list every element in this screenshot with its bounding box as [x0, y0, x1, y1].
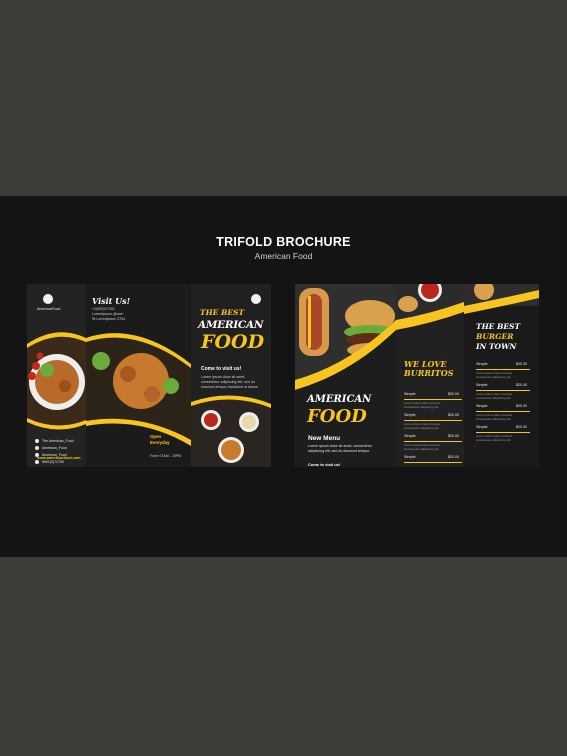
- phone-icon: [35, 460, 39, 465]
- website-link[interactable]: www.americanfood.com: [37, 456, 81, 460]
- menu-item-desc: Lorem ipsum dolor sit amet consectetur a…: [404, 443, 441, 451]
- burger-hotdog-photo: [295, 284, 396, 399]
- contact-list: +1(952)07760 LoremIpsum.@com St Loremips…: [92, 307, 125, 322]
- contact-address: St Loremipsum 2764: [92, 317, 126, 321]
- menu-item-divider: [476, 432, 530, 433]
- page-title: TRIFOLD BROCHURE: [216, 235, 351, 249]
- social-item-facebook[interactable]: The American_Food: [35, 439, 74, 444]
- food-photo-wave: [86, 333, 191, 446]
- come-visit-text: Come to visit us!: [201, 366, 242, 372]
- menu-item-divider: [404, 441, 462, 442]
- menu-item-name: Simple: [476, 404, 488, 408]
- logo-text: AmericanFood: [37, 307, 61, 311]
- menu-item-price: $20.00: [448, 392, 459, 396]
- menu-item-name: Simple: [404, 392, 416, 396]
- menu-item-divider: [476, 411, 530, 412]
- top-photo-wave: [464, 284, 539, 314]
- menu-item-price: $20.00: [448, 434, 459, 438]
- menu-item-name: Simple: [476, 362, 488, 366]
- cover-body-text: Lorem ipsum dolor sit amet, consectetur …: [201, 375, 258, 389]
- right-panel-burger: THE BEST BURGER IN TOWN Simple $20.00 Lo…: [464, 284, 539, 467]
- page-subtitle: American Food: [254, 251, 313, 261]
- opening-hours: From 07AM - 10PM: [150, 454, 182, 458]
- cover-food: FOOD: [307, 406, 367, 427]
- menu-item-price: $20.00: [516, 404, 527, 408]
- facebook-icon: [35, 439, 39, 444]
- menu-item-divider: [404, 420, 462, 421]
- menu-item-price: $20.00: [516, 362, 527, 366]
- visit-title: Visit Us!: [92, 296, 131, 306]
- menu-item-desc: Lorem ipsum dolor sit amet consectetur a…: [404, 401, 441, 409]
- burger-title-line1: THE BEST: [476, 322, 521, 331]
- menu-body-text: Lorem ipsum dolor sit amet, consectetur …: [308, 444, 372, 453]
- new-menu-title: New Menu: [308, 435, 341, 442]
- instagram-icon: [35, 446, 39, 451]
- open-days: Everyday: [150, 440, 170, 445]
- menu-item-name: Simple: [476, 425, 488, 429]
- burritos-title-line2: BURRITOS: [404, 368, 454, 378]
- menu-item-price: $20.00: [516, 383, 527, 387]
- open-label: Open: [150, 434, 162, 439]
- menu-item-price: $20.00: [448, 455, 459, 459]
- menu-item-divider: [404, 462, 462, 463]
- headline-american: AMERICAN: [198, 319, 264, 331]
- menu-item-price: $20.00: [516, 425, 527, 429]
- food-photo-wave: [27, 332, 86, 430]
- brochure-stage: TRIFOLD BROCHURE American Food AmericanF…: [0, 196, 567, 557]
- come-visit-text: Come to visit us!: [308, 462, 341, 467]
- menu-item-desc: Lorem ipsum dolor sit amet consectetur a…: [476, 371, 513, 379]
- sauce-photo-wave: [396, 284, 464, 364]
- menu-item-desc: Lorem ipsum dolor sit amet consectetur a…: [476, 434, 513, 442]
- social-item-phone[interactable]: 5691(0)71760: [35, 460, 74, 465]
- menu-item-name: Simple: [404, 434, 416, 438]
- menu-item-divider: [476, 390, 530, 391]
- menu-item-desc: Lorem ipsum dolor sit amet consectetur a…: [476, 413, 513, 421]
- headline-food: FOOD: [201, 331, 265, 353]
- fork-knife-logo-icon: [43, 294, 53, 304]
- social-item-instagram[interactable]: American_Food: [35, 446, 74, 451]
- burger-title-line3: IN TOWN: [476, 342, 517, 351]
- right-panel-cover: AMERICAN FOOD New Menu Lorem ipsum dolor…: [295, 284, 396, 467]
- headline-best: THE BEST: [200, 308, 245, 317]
- burger-title-line2: BURGER: [476, 332, 514, 341]
- menu-item-name: Simple: [476, 383, 488, 387]
- menu-item-price: $20.00: [448, 413, 459, 417]
- fork-knife-logo-icon: [251, 294, 261, 304]
- menu-item-desc: Lorem ipsum dolor sit amet consectetur a…: [404, 422, 441, 430]
- menu-item-divider: [476, 369, 530, 370]
- cover-american: AMERICAN: [307, 394, 372, 405]
- left-panel-contacts: AmericanFood The American_Food American_…: [27, 284, 86, 467]
- right-panel-burritos: WE LOVE BURRITOS Simple $20.00 Lorem ips…: [396, 284, 464, 467]
- menu-item-divider: [404, 399, 462, 400]
- menu-item-name: Simple: [404, 413, 416, 417]
- left-panel-visit: Visit Us! +1(952)07760 LoremIpsum.@com S…: [86, 284, 191, 467]
- menu-item-desc: Lorem ipsum dolor sit amet consectetur a…: [476, 392, 513, 400]
- social-list: The American_Food American_Food American…: [35, 439, 74, 465]
- menu-item-name: Simple: [404, 455, 416, 459]
- sauce-bowls-wave: [191, 395, 271, 467]
- left-panel-cover: THE BEST AMERICAN FOOD Come to visit us!…: [191, 284, 271, 467]
